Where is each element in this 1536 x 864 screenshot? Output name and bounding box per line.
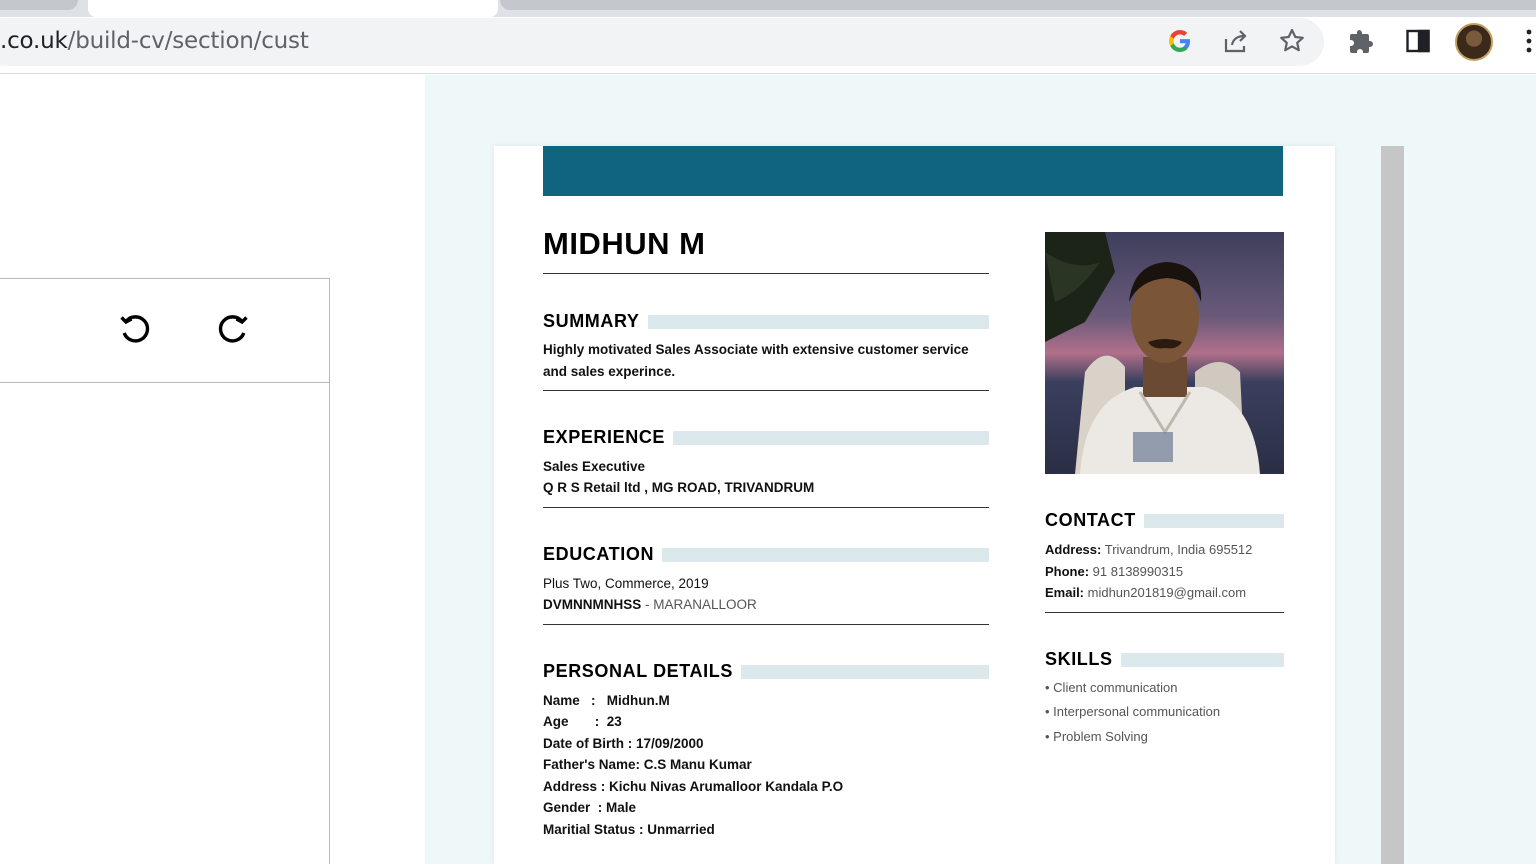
contact-address-value: Trivandrum, India 695512 — [1101, 542, 1253, 557]
education-location: - MARANALLOOR — [641, 597, 757, 612]
redo-icon — [218, 315, 248, 343]
skills-section-header[interactable]: SKILLS — [1045, 649, 1284, 670]
url-path: /build-cv/section/cust — [67, 28, 309, 54]
profile-photo[interactable] — [1045, 232, 1284, 474]
bookmark-star-icon[interactable] — [1276, 25, 1308, 57]
summary-title: SUMMARY — [543, 311, 640, 331]
menu-dots-icon[interactable] — [1514, 25, 1536, 57]
personal-line-address[interactable]: Address : Kichu Nivas Arumalloor Kandala… — [543, 776, 843, 798]
url-host: .co.uk — [0, 28, 68, 54]
personal-line-marital[interactable]: Maritial Status : Unmarried — [543, 819, 715, 841]
education-degree[interactable]: Plus Two, Commerce, 2019 — [543, 573, 709, 595]
skills-title: SKILLS — [1045, 649, 1113, 669]
education-school: DVMNNMNHSS — [543, 597, 642, 612]
personal-line-father[interactable]: Father's Name: C.S Manu Kumar — [543, 754, 752, 776]
section-bar — [662, 547, 989, 562]
personal-title: PERSONAL DETAILS — [543, 661, 733, 681]
undo-button[interactable] — [115, 309, 155, 349]
section-bar — [1143, 513, 1284, 528]
contact-email-label: Email: — [1045, 585, 1085, 600]
summary-section-header[interactable]: SUMMARY — [543, 311, 989, 332]
section-bar — [740, 664, 989, 679]
education-section-header[interactable]: EDUCATION — [543, 544, 989, 565]
history-controls — [0, 278, 330, 383]
contact-email[interactable]: Email: midhun201819@gmail.com — [1045, 582, 1246, 604]
extensions-icon[interactable] — [1346, 25, 1378, 57]
skill-item[interactable]: • Problem Solving — [1045, 726, 1148, 748]
summary-line-1[interactable]: Highly motivated Sales Associate with ex… — [543, 339, 969, 361]
contact-phone[interactable]: Phone: 91 8138990315 — [1045, 561, 1183, 583]
contact-address[interactable]: Address: Trivandrum, India 695512 — [1045, 539, 1252, 561]
summary-line-2[interactable]: and sales experince. — [543, 361, 675, 383]
personal-section-header[interactable]: PERSONAL DETAILS — [543, 661, 989, 682]
education-school-line[interactable]: DVMNNMNHSS - MARANALLOOR — [543, 594, 757, 616]
cv-header-banner — [543, 146, 1283, 196]
share-icon[interactable] — [1220, 25, 1252, 57]
profile-avatar[interactable] — [1455, 23, 1493, 61]
address-bar[interactable]: .co.uk/build-cv/section/cust — [0, 18, 1324, 66]
contact-email-value: midhun201819@gmail.com — [1084, 585, 1247, 600]
education-title: EDUCATION — [543, 544, 655, 564]
skill-item[interactable]: • Client communication — [1045, 677, 1177, 699]
redo-button[interactable] — [213, 309, 253, 349]
section-bar — [673, 430, 989, 445]
personal-line-age[interactable]: Age : 23 — [543, 711, 622, 733]
google-icon[interactable] — [1164, 25, 1196, 57]
divider — [543, 624, 989, 625]
undo-icon — [120, 315, 150, 343]
contact-title: CONTACT — [1045, 510, 1136, 530]
personal-line-gender[interactable]: Gender : Male — [543, 797, 636, 819]
divider — [1045, 612, 1284, 613]
personal-line-dob[interactable]: Date of Birth : 17/09/2000 — [543, 733, 704, 755]
contact-phone-value: 91 8138990315 — [1089, 564, 1184, 579]
skill-item[interactable]: • Interpersonal communication — [1045, 701, 1220, 723]
tab-inactive-right[interactable] — [500, 0, 1536, 10]
divider — [543, 507, 989, 508]
editor-panel-body — [0, 382, 330, 864]
tab-inactive-left[interactable] — [0, 0, 78, 10]
personal-line-name[interactable]: Name : Midhun.M — [543, 690, 670, 712]
section-bar — [647, 314, 989, 329]
tab-active[interactable] — [88, 0, 498, 17]
editor-panel — [0, 75, 425, 864]
cv-preview-area: MIDHUN M SUMMARY Highly motivated Sales … — [425, 75, 1536, 864]
tab-strip — [0, 0, 1536, 17]
experience-role[interactable]: Sales Executive — [543, 456, 645, 478]
contact-section-header[interactable]: CONTACT — [1045, 510, 1284, 531]
experience-company[interactable]: Q R S Retail ltd , MG ROAD, TRIVANDRUM — [543, 477, 814, 499]
divider — [543, 273, 989, 274]
experience-section-header[interactable]: EXPERIENCE — [543, 427, 989, 448]
preview-scrollbar[interactable] — [1381, 146, 1404, 864]
url-text[interactable]: .co.uk/build-cv/section/cust — [0, 28, 309, 54]
section-bar — [1120, 652, 1284, 667]
side-panel-icon[interactable] — [1402, 25, 1434, 57]
contact-address-label: Address: — [1045, 542, 1102, 557]
experience-title: EXPERIENCE — [543, 427, 666, 447]
cv-page: MIDHUN M SUMMARY Highly motivated Sales … — [494, 146, 1335, 864]
browser-toolbar: .co.uk/build-cv/section/cust — [0, 17, 1536, 74]
cv-name[interactable]: MIDHUN M — [543, 226, 705, 262]
divider — [543, 390, 989, 391]
contact-phone-label: Phone: — [1045, 564, 1090, 579]
